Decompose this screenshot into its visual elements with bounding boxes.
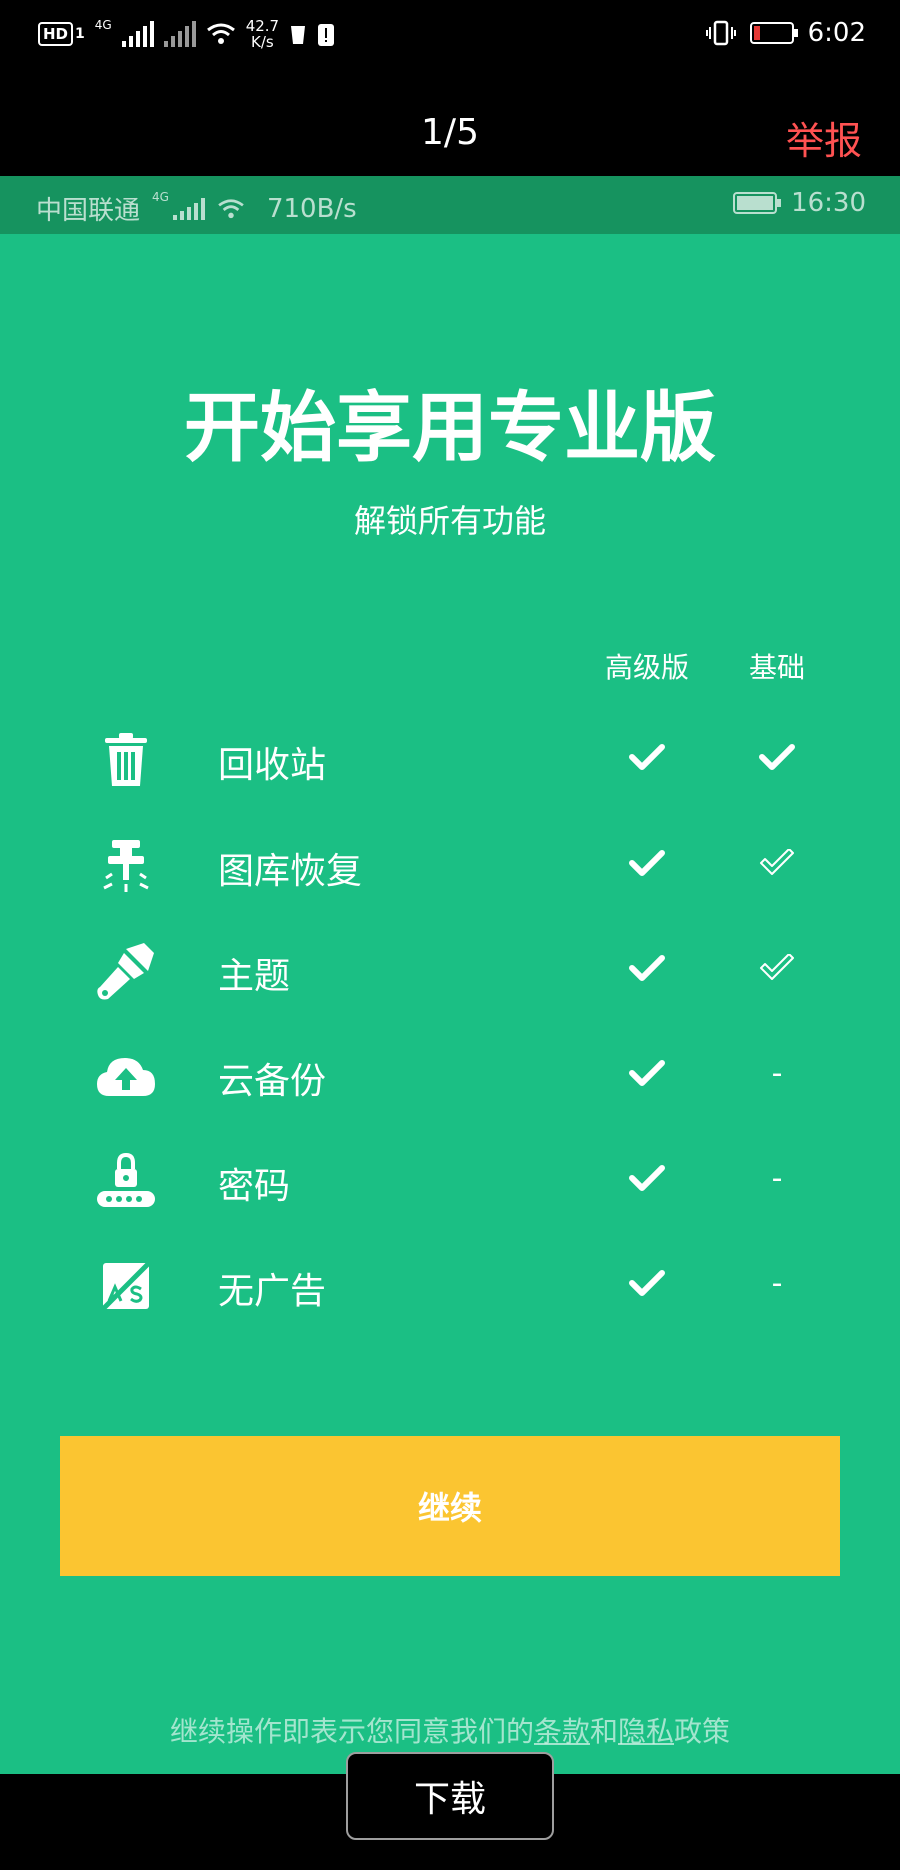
alert-icon — [318, 24, 335, 46]
inner-net-speed: 710B/s — [266, 193, 357, 224]
notification-icon — [291, 26, 306, 44]
inner-net-label: 4G — [152, 190, 169, 204]
status-right-icons: 6:02 — [705, 18, 866, 48]
inner-status-right: 16:30 — [733, 188, 866, 218]
check-icon — [617, 838, 677, 888]
report-button[interactable]: 举报 — [786, 110, 862, 165]
battery-icon — [749, 22, 798, 44]
carrier-label: 中国联通 — [36, 196, 141, 226]
signal-icon — [121, 21, 154, 47]
basic-unavailable-dash: - — [771, 1265, 783, 1301]
no-ads-icon — [94, 1256, 158, 1316]
feature-label: 云备份 — [218, 1061, 327, 1102]
app-screenshot: 中国联通 4G 710B/s 16:30 开始享用专业版 解锁所有功能 高级版 … — [0, 176, 900, 1774]
vibrate-icon — [705, 20, 736, 46]
page-subtitle: 解锁所有功能 — [353, 502, 546, 540]
drill-icon — [94, 836, 158, 896]
net-speed: 42.7 K/s — [246, 18, 279, 50]
inner-wifi-icon — [218, 198, 244, 218]
download-button[interactable]: 下载 — [346, 1752, 554, 1840]
signal-2-icon — [163, 21, 196, 47]
feature-label: 回收站 — [218, 745, 327, 786]
net-speed-unit: K/s — [251, 33, 274, 51]
inner-status-left: 中国联通 4G 710B/s — [36, 190, 357, 227]
status-left-icons: HD 1 4G 42.7 K/s — [38, 18, 335, 50]
basic-unavailable-dash: - — [771, 1160, 783, 1196]
terms-link[interactable]: 条款 — [534, 1715, 590, 1748]
net-4g-label: 4G — [94, 18, 112, 32]
feature-row-gallery-recovery: 图库恢复 — [0, 812, 900, 912]
hd-badge: HD — [38, 22, 74, 46]
brush-icon — [94, 941, 158, 1001]
check-icon — [617, 1258, 677, 1308]
basic-unavailable-dash: - — [771, 1055, 783, 1091]
column-header-basic: 基础 — [748, 651, 805, 684]
feature-row-password: 密码 - — [0, 1127, 900, 1227]
inner-signal-icon — [172, 197, 205, 220]
check-icon — [617, 943, 677, 993]
feature-row-cloud-backup: 云备份 - — [0, 1022, 900, 1122]
terms-notice: 继续操作即表示您同意我们的条款和隐私政策 — [0, 1710, 900, 1750]
check-icon — [617, 732, 677, 782]
terms-prefix: 继续操作即表示您同意我们的 — [169, 1715, 534, 1748]
viewer-header: 1/5 举报 — [0, 72, 900, 176]
terms-and: 和 — [589, 1715, 618, 1748]
check-icon — [747, 732, 807, 782]
column-header-pro: 高级版 — [604, 651, 689, 684]
sim-badge: 1 — [75, 26, 85, 42]
feature-label: 密码 — [218, 1166, 291, 1207]
feature-row-themes: 主题 — [0, 917, 900, 1017]
terms-suffix: 政策 — [674, 1715, 731, 1748]
inner-status-bar: 中国联通 4G 710B/s 16:30 — [0, 176, 900, 234]
check-icon — [617, 1048, 677, 1098]
trash-icon — [94, 730, 158, 790]
outline-check-icon — [747, 943, 807, 993]
privacy-link[interactable]: 隐私 — [618, 1715, 674, 1748]
feature-label: 主题 — [218, 956, 291, 997]
page-title: 开始享用专业版 — [184, 383, 716, 472]
feature-row-recycle-bin: 回收站 — [0, 706, 900, 806]
feature-row-no-ads: 无广告 - — [0, 1232, 900, 1332]
wifi-icon — [206, 23, 235, 44]
system-status-bar: HD 1 4G 42.7 K/s 6:02 — [0, 0, 900, 72]
check-icon — [617, 1153, 677, 1203]
inner-clock: 16:30 — [791, 188, 866, 218]
clock: 6:02 — [807, 18, 866, 48]
feature-label: 无广告 — [218, 1271, 327, 1312]
feature-label: 图库恢复 — [218, 851, 363, 892]
inner-battery-icon — [733, 192, 782, 214]
outline-check-icon — [747, 838, 807, 888]
net-speed-value: 42.7 — [245, 17, 280, 35]
page-counter: 1/5 — [421, 112, 479, 153]
cloud-upload-icon — [94, 1046, 158, 1106]
continue-button[interactable]: 继续 — [60, 1436, 840, 1576]
lock-password-icon — [94, 1151, 158, 1211]
